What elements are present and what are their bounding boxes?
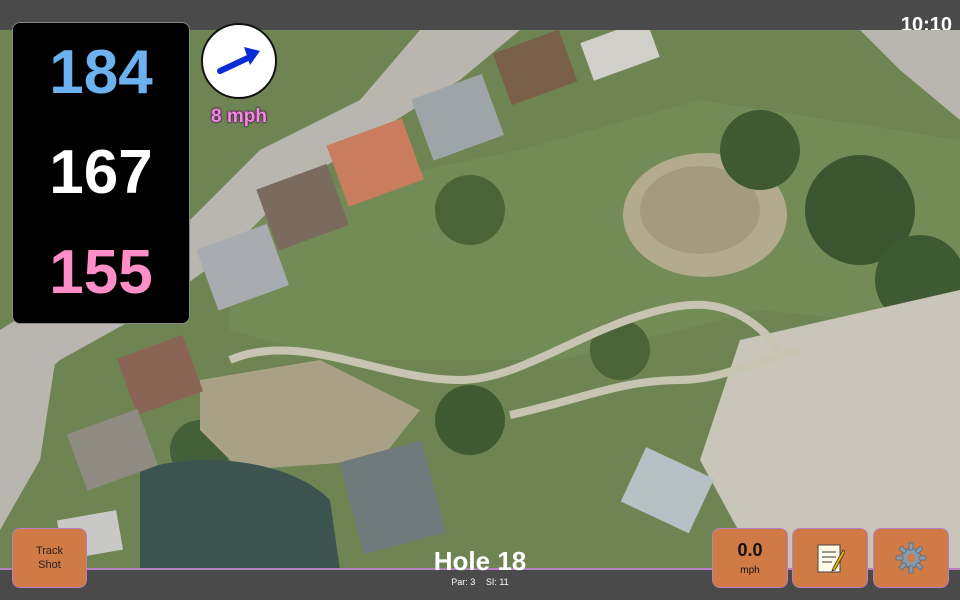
speed-value: 0.0 — [737, 540, 763, 560]
wind-indicator — [201, 23, 277, 99]
distance-panel: 184 167 155 — [12, 22, 190, 324]
back-distance: 184 — [49, 38, 153, 107]
hole-par: Par: 3 — [451, 577, 476, 587]
front-distance: 155 — [49, 238, 153, 307]
track-shot-label-line2: Shot — [38, 559, 61, 571]
track-shot-button[interactable]: Track Shot — [12, 528, 87, 588]
wind-arrow-icon — [217, 47, 260, 74]
notes-button[interactable] — [792, 528, 868, 588]
gear-icon — [895, 542, 927, 574]
track-shot-label-line1: Track — [35, 545, 64, 557]
speed-button[interactable]: 0.0 mph — [712, 528, 788, 588]
settings-button[interactable] — [873, 528, 949, 588]
wind-speed: 8 mph — [211, 106, 267, 127]
notes-icon — [817, 544, 845, 573]
hole-info: Hole 18 Par: 3 SI: 11 — [380, 548, 580, 587]
middle-distance: 167 — [49, 138, 153, 207]
hole-details: Par: 3 SI: 11 — [380, 577, 580, 587]
speed-unit: mph — [740, 565, 760, 576]
hole-title: Hole 18 — [433, 546, 527, 576]
hole-stroke-index: SI: 11 — [485, 577, 509, 587]
